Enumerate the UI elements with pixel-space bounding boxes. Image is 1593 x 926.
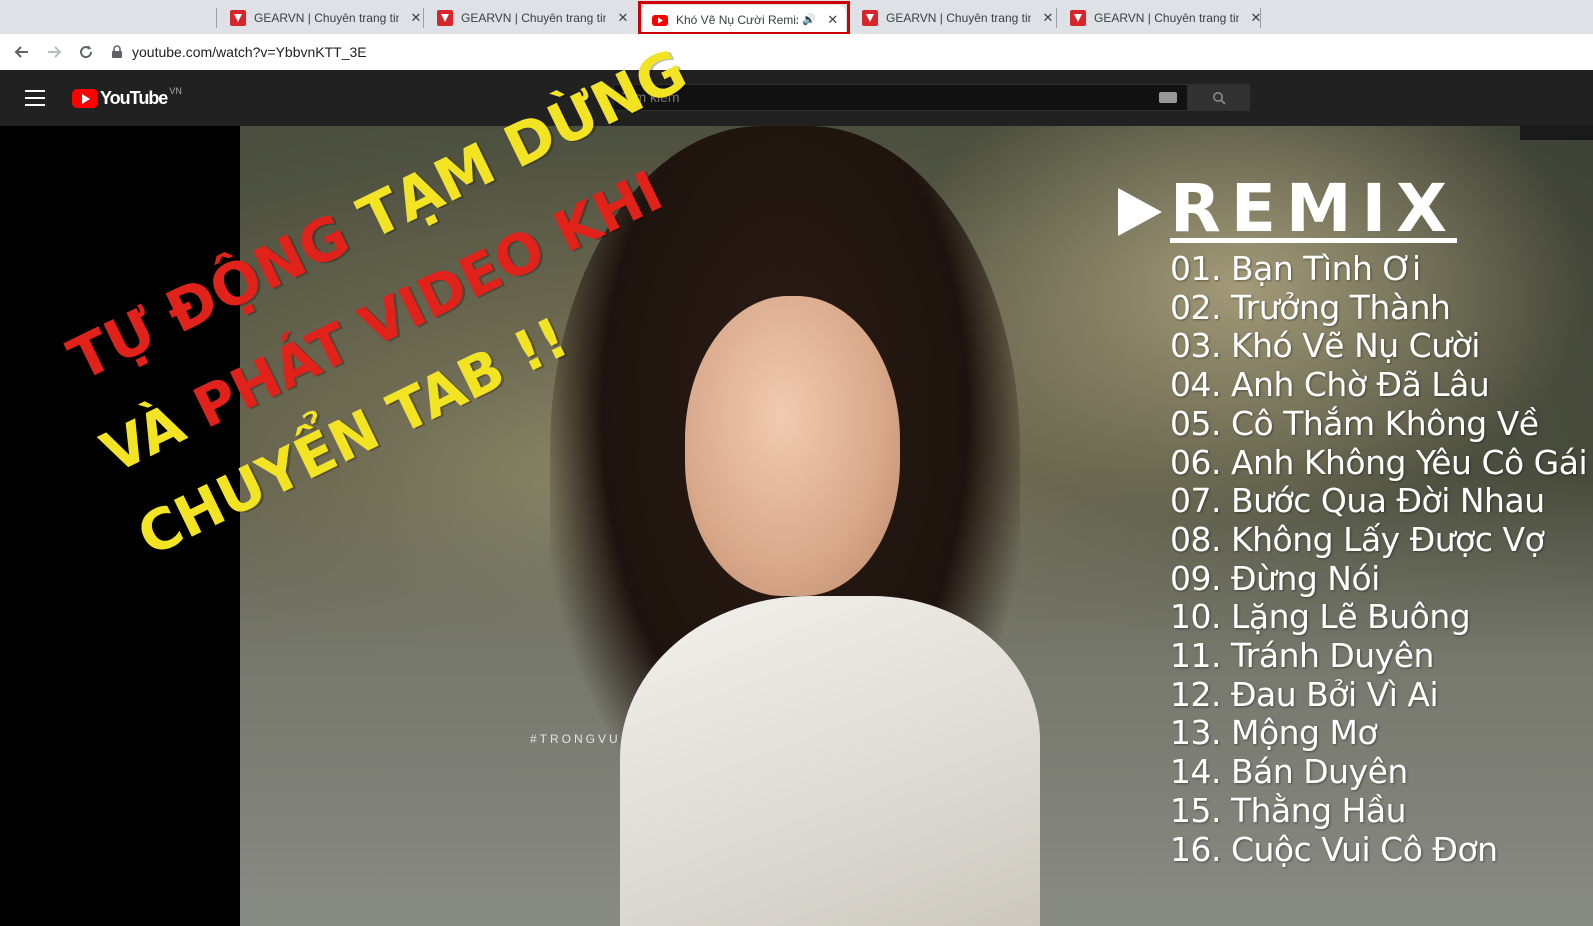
track-item: 05. Cô Thắm Không Về xyxy=(1170,403,1539,443)
tab-title: GEARVN | Chuyên trang tin xyxy=(1094,11,1239,25)
track-item: 06. Anh Không Yêu Cô Gái Đó xyxy=(1170,442,1593,482)
thumbnail-person-face xyxy=(685,296,900,596)
forward-button[interactable] xyxy=(42,40,66,64)
youtube-wordmark: YouTube xyxy=(100,88,168,108)
gearvn-icon xyxy=(230,10,246,26)
track-item: 13. Mộng Mơ xyxy=(1170,713,1378,753)
tab-close-icon[interactable]: ✕ xyxy=(616,10,630,26)
track-list: 01. Bạn Tình Ơi 02. Trưởng Thành 03. Khó… xyxy=(1170,249,1593,869)
search-icon xyxy=(1213,91,1226,105)
tab-title: GEARVN | Chuyên trang tin xyxy=(461,11,606,25)
tab-close-icon[interactable]: ✕ xyxy=(1041,10,1055,26)
track-item: 10. Lặng Lẽ Buông xyxy=(1170,597,1471,637)
search-input[interactable] xyxy=(614,85,1130,109)
url-text[interactable]: youtube.com/watch?v=YbbvnKTT_3E xyxy=(132,44,367,60)
tab-separator xyxy=(423,8,424,28)
corner-mark xyxy=(1520,126,1593,140)
remix-logo: REMIX xyxy=(1118,170,1458,247)
address-bar[interactable]: youtube.com/watch?v=YbbvnKTT_3E xyxy=(110,39,1590,65)
tab-title: GEARVN | Chuyên trang tin xyxy=(254,11,399,25)
track-item: 11. Tránh Duyên xyxy=(1170,636,1434,676)
tab-separator xyxy=(1056,8,1057,28)
track-item: 09. Đừng Nói xyxy=(1170,558,1380,598)
lock-icon[interactable] xyxy=(110,45,124,59)
youtube-logo[interactable]: YouTube VN xyxy=(72,85,182,109)
tab-title: Khó Vẽ Nụ Cười Remix xyxy=(676,12,798,27)
thumbnail-watermark: #TRONGVU xyxy=(530,732,621,746)
browser-tab[interactable]: GEARVN | Chuyên trang tin ✕ xyxy=(848,5,1055,31)
search-button[interactable] xyxy=(1188,84,1250,111)
track-item: 08. Không Lấy Được Vợ xyxy=(1170,519,1545,559)
search-box[interactable] xyxy=(613,84,1188,111)
reload-icon xyxy=(80,45,93,59)
remix-wordmark: REMIX xyxy=(1170,170,1458,247)
track-item: 02. Trưởng Thành xyxy=(1170,287,1451,327)
browser-tab-active[interactable]: Khó Vẽ Nụ Cười Remix 🔊 ✕ xyxy=(640,5,846,34)
tab-separator xyxy=(1260,8,1261,28)
youtube-icon xyxy=(652,14,668,26)
browser-tab[interactable]: GEARVN | Chuyên trang tin ✕ xyxy=(1056,5,1263,31)
browser-toolbar: youtube.com/watch?v=YbbvnKTT_3E xyxy=(0,34,1593,71)
track-item: 15. Thằng Hầu xyxy=(1170,790,1407,830)
gearvn-icon xyxy=(1070,10,1086,26)
back-button[interactable] xyxy=(10,40,34,64)
track-item: 16. Cuộc Vui Cô Đơn xyxy=(1170,829,1498,869)
youtube-play-icon xyxy=(72,89,98,108)
browser-tab[interactable]: GEARVN | Chuyên trang tin ✕ xyxy=(216,5,423,31)
country-code: VN xyxy=(169,85,182,96)
hamburger-menu-icon[interactable] xyxy=(25,90,45,111)
gearvn-icon xyxy=(862,10,878,26)
tab-strip: GEARVN | Chuyên trang tin ✕ GEARVN | Chu… xyxy=(0,0,1593,34)
track-item: 07. Bước Qua Đời Nhau xyxy=(1170,481,1545,521)
youtube-header: YouTube VN xyxy=(0,70,1593,126)
tab-close-icon[interactable]: ✕ xyxy=(409,10,423,26)
play-triangle-icon xyxy=(1118,187,1162,236)
track-item: 12. Đau Bởi Vì Ai xyxy=(1170,674,1439,714)
arrow-left-icon xyxy=(14,46,28,58)
video-player[interactable]: #TRONGVU REMIX 01. Bạn Tình Ơi 02. Trưởn… xyxy=(240,126,1593,926)
tab-title: GEARVN | Chuyên trang tin xyxy=(886,11,1031,25)
speaker-icon[interactable]: 🔊 xyxy=(802,13,816,26)
track-item: 04. Anh Chờ Đã Lâu xyxy=(1170,365,1490,405)
arrow-right-icon xyxy=(48,46,62,58)
video-letterbox xyxy=(0,126,240,926)
tab-separator xyxy=(848,8,849,28)
thumbnail-person-shirt xyxy=(620,596,1040,926)
track-item: 01. Bạn Tình Ơi xyxy=(1170,249,1421,288)
keyboard-icon[interactable] xyxy=(1159,92,1177,103)
browser-tab[interactable]: GEARVN | Chuyên trang tin ✕ xyxy=(423,5,630,31)
tab-close-icon[interactable]: ✕ xyxy=(826,12,840,28)
reload-button[interactable] xyxy=(74,40,98,64)
tab-separator xyxy=(216,8,217,28)
gearvn-icon xyxy=(437,10,453,26)
track-item: 14. Bán Duyên xyxy=(1170,752,1408,792)
track-item: 03. Khó Vẽ Nụ Cười xyxy=(1170,326,1480,366)
